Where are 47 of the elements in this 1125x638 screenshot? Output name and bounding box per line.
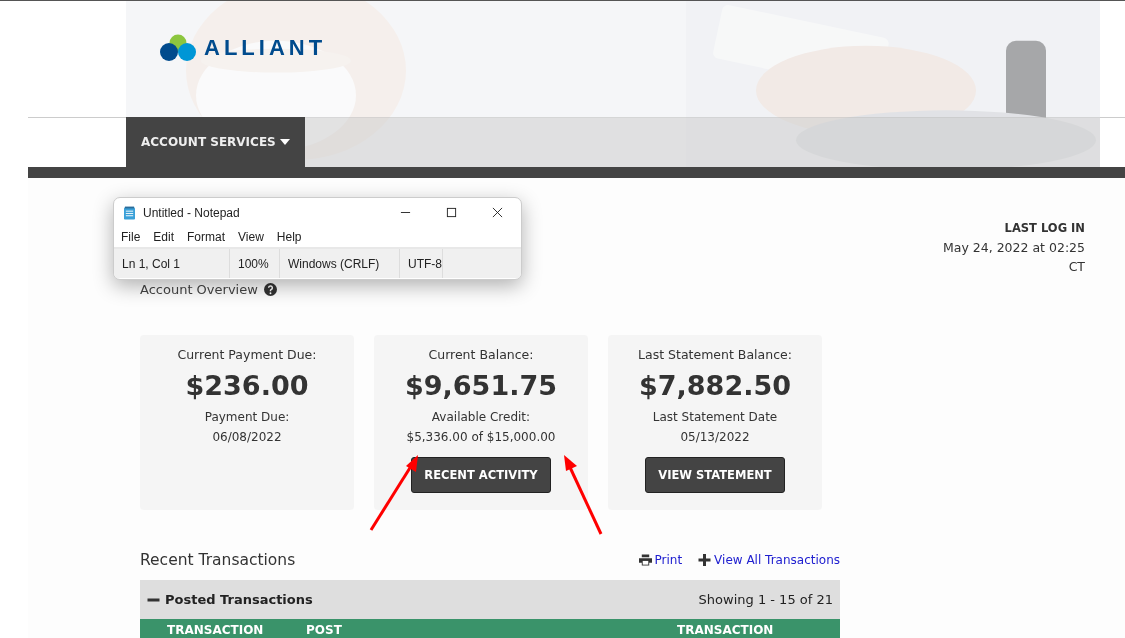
menu-item[interactable]: View [238,230,264,244]
card-label: Current Balance: [428,347,534,362]
card-amount: $7,882.50 [639,370,791,401]
card-sub-label: Last Statement Date [652,409,778,426]
menu-item[interactable]: Help [276,230,302,244]
print-link[interactable]: Print [638,553,683,567]
brand-name: ALLIANT [204,34,327,62]
menu-item[interactable]: Format [187,230,226,244]
close-icon[interactable] [492,207,503,218]
card-sub-label: Available Credit: [431,409,531,426]
maximize-icon[interactable] [446,207,457,218]
view-all-link[interactable]: View All Transactions [698,553,840,567]
card-sub-label: Payment Due: [204,409,290,426]
card-button[interactable]: VIEW STATEMENT [645,457,785,493]
card-sub-value: $5,336.00 of $15,000.00 [406,429,556,446]
section-title: Account Overview [140,282,258,297]
posted-header[interactable]: Posted Transactions Showing 1 - 15 of 21 [140,580,840,619]
showing-count: Showing 1 - 15 of 21 [698,592,833,607]
card-sub-value: 06/08/2022 [212,429,282,446]
notepad-icon [124,205,135,220]
status-item: Ln 1, Col 1 [114,249,230,278]
status-item: 100% [230,249,280,278]
last-login-date: May 24, 2022 at 02:25 [943,239,1085,257]
column-header: TRANSACTION [677,623,774,637]
plus-icon [698,554,712,566]
card-button[interactable]: RECENT ACTIVITY [411,457,551,493]
section-title: Recent Transactions [140,551,296,569]
column-header: TRANSACTION [167,623,264,637]
print-icon [638,554,652,566]
last-login-title: LAST LOG IN [1004,220,1085,237]
card-amount: $236.00 [185,370,309,401]
help-icon [263,283,277,296]
card-label: Last Statement Balance: [638,347,792,362]
card-amount: $9,651.75 [405,370,557,401]
status-item: UTF-8 [400,249,443,278]
posted-title: Posted Transactions [165,592,313,607]
card-sub-value: 05/13/2022 [680,429,750,446]
nav-tab[interactable]: ACCOUNT SERVICES [126,117,305,167]
menu-item[interactable]: File [121,230,141,244]
menu-item[interactable]: Edit [153,230,175,244]
caret-icon [279,139,290,145]
logo-icon [160,34,196,62]
column-header: POST [306,623,342,637]
last-login-zone: CT [1068,258,1085,276]
card-label: Current Payment Due: [177,347,317,362]
window-title: Untitled - Notepad [143,205,241,220]
status-item: Windows (CRLF) [280,249,400,278]
